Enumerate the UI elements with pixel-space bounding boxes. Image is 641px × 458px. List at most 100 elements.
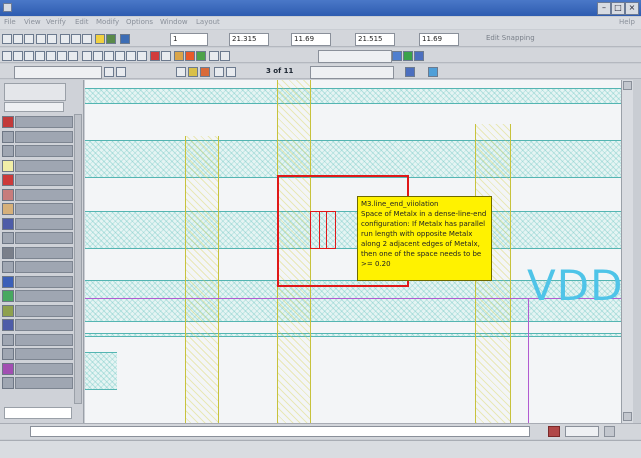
layer-row[interactable] <box>15 290 73 302</box>
menu-file[interactable]: File <box>4 18 16 26</box>
settings-icon[interactable] <box>604 426 615 437</box>
minimize-icon[interactable]: – <box>597 2 611 15</box>
layer-row[interactable] <box>15 304 73 317</box>
filter-icon[interactable] <box>405 67 415 77</box>
layer-row[interactable] <box>15 145 73 157</box>
rectangle-icon[interactable] <box>13 51 23 61</box>
grid-icon[interactable] <box>95 34 105 44</box>
layer-row[interactable] <box>15 246 73 259</box>
dropdown-icon[interactable] <box>392 51 402 61</box>
stop-icon[interactable] <box>548 426 560 437</box>
layout-canvas[interactable]: VDD <box>85 80 621 423</box>
menu-view[interactable]: View <box>24 18 41 26</box>
layer-select[interactable] <box>318 50 392 63</box>
layer-row[interactable] <box>15 362 73 375</box>
layer-swatch[interactable] <box>2 159 14 172</box>
layer-swatch[interactable] <box>2 188 14 201</box>
pointer-icon[interactable] <box>161 51 171 61</box>
x1-field[interactable]: 21.315 <box>229 33 269 46</box>
window-menu-icon[interactable] <box>3 3 12 12</box>
next-icon[interactable] <box>226 67 236 77</box>
previous-icon[interactable] <box>214 67 224 77</box>
maximize-icon[interactable]: □ <box>611 2 625 15</box>
menu-help[interactable]: Help <box>619 18 635 26</box>
undo-icon[interactable] <box>36 34 46 44</box>
pencil-icon[interactable] <box>188 67 198 77</box>
ruler-icon[interactable] <box>106 34 116 44</box>
flag-icon[interactable] <box>150 51 160 61</box>
vertical-scrollbar[interactable] <box>621 80 633 423</box>
layer-swatch[interactable] <box>2 145 14 157</box>
menu-options[interactable]: Options <box>126 18 153 26</box>
zoom-in-icon[interactable] <box>60 34 70 44</box>
measure-icon[interactable] <box>82 51 92 61</box>
globe-icon[interactable] <box>428 67 438 77</box>
layer-row[interactable] <box>15 188 73 201</box>
layer-row[interactable] <box>15 116 73 128</box>
layer-panel-footer[interactable] <box>4 407 72 419</box>
layer-swatch[interactable] <box>2 116 14 128</box>
zoom-fit-icon[interactable] <box>82 34 92 44</box>
layer-row[interactable] <box>15 203 73 215</box>
layer-swatch[interactable] <box>2 333 14 346</box>
layer-row[interactable] <box>15 348 73 360</box>
via-icon[interactable] <box>104 51 114 61</box>
layer-swatch[interactable] <box>2 232 14 244</box>
scroll-up-icon[interactable] <box>623 81 632 90</box>
fill-icon[interactable] <box>414 51 424 61</box>
layer-swatch[interactable] <box>2 377 14 389</box>
layer-swatch[interactable] <box>2 174 14 186</box>
layer-row[interactable] <box>15 159 73 172</box>
hierarchy-icon[interactable] <box>220 51 230 61</box>
layer-row[interactable] <box>15 130 73 143</box>
print-icon[interactable] <box>24 34 34 44</box>
layer-row[interactable] <box>15 174 73 186</box>
layer-swatch[interactable] <box>2 203 14 215</box>
menu-layout[interactable]: Layout <box>196 18 220 26</box>
redo-icon[interactable] <box>47 34 57 44</box>
zoom-field[interactable]: 1 <box>170 33 208 46</box>
layer-swatch[interactable] <box>2 130 14 143</box>
layer-swatch[interactable] <box>2 246 14 259</box>
layer-filter-dropdown[interactable] <box>4 102 64 112</box>
zoom-out-icon[interactable] <box>71 34 81 44</box>
layer-swatch[interactable] <box>2 362 14 375</box>
x2-field[interactable]: 21.515 <box>355 33 395 46</box>
layer-row[interactable] <box>15 319 73 331</box>
layer-icon[interactable] <box>120 34 130 44</box>
scroll-down-icon[interactable] <box>623 412 632 421</box>
rotate-icon[interactable] <box>68 51 78 61</box>
rule-select[interactable] <box>310 66 394 79</box>
path-icon[interactable] <box>35 51 45 61</box>
layer-swatch[interactable] <box>2 319 14 331</box>
hand-icon[interactable] <box>104 67 114 77</box>
drc-icon[interactable] <box>116 67 126 77</box>
y2-field[interactable]: 11.69 <box>419 33 459 46</box>
copy-icon[interactable] <box>46 51 56 61</box>
layer-row[interactable] <box>15 275 73 288</box>
zoom-error-icon[interactable] <box>176 67 186 77</box>
select-icon[interactable] <box>2 51 12 61</box>
layer-swatch[interactable] <box>2 348 14 360</box>
layer-swatch[interactable] <box>2 290 14 302</box>
layer-row[interactable] <box>15 217 73 230</box>
layer-row[interactable] <box>15 333 73 346</box>
layer-row[interactable] <box>15 232 73 244</box>
check-icon[interactable] <box>196 51 206 61</box>
label-icon[interactable] <box>93 51 103 61</box>
merge-icon[interactable] <box>126 51 136 61</box>
violation-marker[interactable] <box>319 211 327 249</box>
layer-swatch[interactable] <box>2 217 14 230</box>
move-icon[interactable] <box>57 51 67 61</box>
cut-icon[interactable] <box>137 51 147 61</box>
stretch-icon[interactable] <box>115 51 125 61</box>
layer-row[interactable] <box>15 261 73 273</box>
y1-field[interactable]: 11.69 <box>291 33 331 46</box>
layer-scrollbar[interactable] <box>74 114 82 404</box>
highlight-icon[interactable] <box>174 51 184 61</box>
marker-icon[interactable] <box>200 67 210 77</box>
layer-swatch[interactable] <box>2 261 14 273</box>
cell-icon[interactable] <box>209 51 219 61</box>
warning-icon[interactable] <box>185 51 195 61</box>
snap-label[interactable]: Edit Snapping <box>486 33 535 44</box>
